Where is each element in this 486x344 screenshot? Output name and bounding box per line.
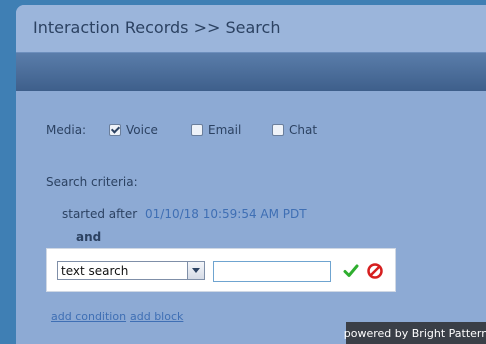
page-title: Interaction Records >> Search [33, 18, 281, 37]
and-operator: and [76, 230, 102, 244]
voice-checkbox[interactable] [109, 124, 121, 136]
email-checkbox[interactable] [191, 124, 203, 136]
voice-label[interactable]: Voice [126, 123, 158, 137]
chat-checkbox[interactable] [272, 124, 284, 136]
chevron-down-icon[interactable] [187, 262, 204, 279]
criteria-select-value: text search [61, 264, 129, 278]
criteria-row: text search [46, 248, 396, 292]
started-after-label: started after [62, 207, 138, 221]
chat-label[interactable]: Chat [289, 123, 317, 137]
started-after-date[interactable]: 01/10/18 10:59:54 AM PDT [145, 207, 307, 221]
cancel-icon[interactable] [367, 263, 383, 279]
search-panel: Interaction Records >> Search Media: Voi… [16, 5, 486, 344]
toolbar [16, 52, 486, 91]
criteria-text-input[interactable] [213, 261, 331, 282]
email-label[interactable]: Email [208, 123, 241, 137]
add-condition-link[interactable]: add condition [51, 310, 126, 323]
search-criteria-label: Search criteria: [46, 175, 138, 189]
accept-check-icon[interactable] [343, 263, 359, 279]
add-block-link[interactable]: add block [130, 310, 183, 323]
media-label: Media: [46, 123, 87, 137]
criteria-select[interactable]: text search [57, 261, 205, 280]
page-header: Interaction Records >> Search [16, 5, 486, 52]
powered-by-badge[interactable]: powered by Bright Pattern [344, 322, 486, 344]
